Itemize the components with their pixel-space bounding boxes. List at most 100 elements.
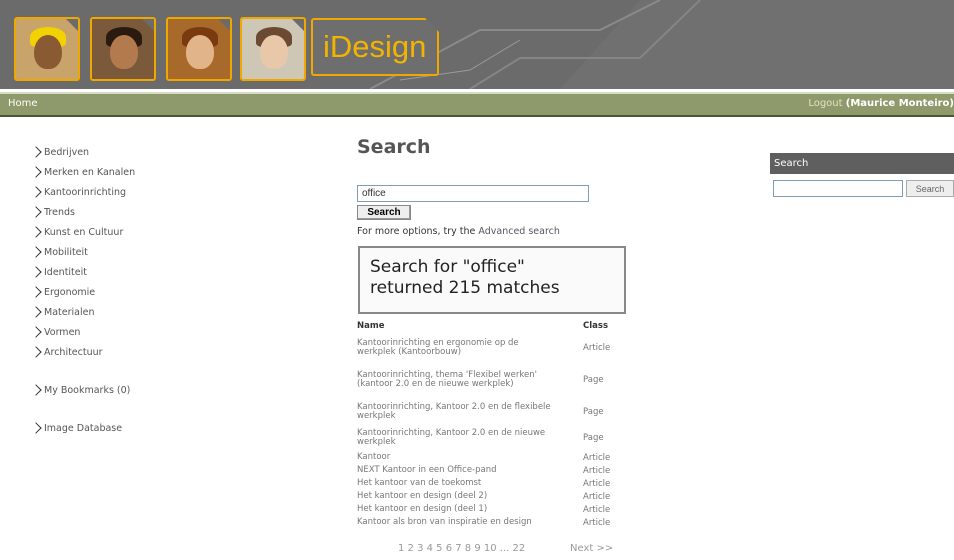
nav-item-label: Identiteit bbox=[44, 266, 87, 278]
result-class: Article bbox=[583, 517, 611, 528]
table-row[interactable]: Het kantoor van de toekomst Article bbox=[357, 477, 625, 490]
nav-item-my-bookmarks-0[interactable]: My Bookmarks (0) bbox=[30, 380, 202, 400]
logout-link[interactable]: Logout bbox=[808, 98, 842, 109]
table-row[interactable]: NEXT Kantoor in een Office-pand Article bbox=[357, 464, 625, 477]
result-name-link[interactable]: Kantoorinrichting, Kantoor 2.0 en de fle… bbox=[357, 403, 557, 421]
nav-item-label: Bedrijven bbox=[44, 146, 90, 158]
result-class: Page bbox=[583, 433, 604, 443]
headset-operator-photo bbox=[240, 17, 306, 81]
column-header-name: Name bbox=[357, 321, 385, 331]
nav-item-label: Mobiliteit bbox=[44, 246, 88, 258]
chevron-right-icon bbox=[30, 186, 42, 198]
result-class: Article bbox=[583, 465, 611, 476]
nav-item-identiteit[interactable]: Identiteit bbox=[30, 262, 202, 282]
table-row[interactable]: Kantoorinrichting, thema 'Flexibel werke… bbox=[357, 361, 625, 399]
results-table: Name Class Kantoorinrichting en ergonomi… bbox=[357, 321, 625, 529]
result-name-link[interactable]: Het kantoor en design (deel 2) bbox=[357, 492, 557, 501]
nav-item-label: Architectuur bbox=[44, 346, 103, 358]
results-header: Name Class bbox=[357, 321, 625, 335]
nav-item-label: Kantoorinrichting bbox=[44, 186, 127, 198]
column-header-class: Class bbox=[583, 321, 609, 331]
nav-item-image-database[interactable]: Image Database bbox=[30, 418, 202, 438]
page-title: Search bbox=[357, 136, 431, 158]
left-navigation: Bedrijven Merken en Kanalen Kantoorinricht… bbox=[30, 142, 202, 438]
results-summary-line2: returned 215 matches bbox=[370, 278, 560, 298]
nav-item-label: Image Database bbox=[44, 422, 123, 434]
nav-item-materialen[interactable]: Materialen bbox=[30, 302, 202, 322]
woman-smiling-photo bbox=[90, 17, 156, 81]
site-header: iDesign bbox=[0, 0, 954, 89]
search-input[interactable] bbox=[357, 185, 589, 202]
sidebar-search-button[interactable]: Search bbox=[906, 180, 954, 197]
worker-hardhat-photo bbox=[14, 17, 80, 81]
result-name-link[interactable]: Het kantoor en design (deel 1) bbox=[357, 505, 557, 514]
chevron-right-icon bbox=[30, 384, 42, 396]
result-name-link[interactable]: Kantoor als bron van inspiratie en desig… bbox=[357, 518, 557, 527]
result-class: Article bbox=[583, 504, 611, 515]
more-options-prefix: For more options, try the bbox=[357, 226, 479, 237]
logo-text: iDesign bbox=[323, 29, 427, 64]
sidebar-search-header: Search bbox=[770, 153, 954, 174]
chevron-right-icon bbox=[30, 306, 42, 318]
pager-pages[interactable]: 1 2 3 4 5 6 7 8 9 10 ... 22 bbox=[398, 543, 525, 554]
pager-next-link[interactable]: Next >> bbox=[570, 543, 613, 554]
nav-item-architectuur[interactable]: Architectuur bbox=[30, 342, 202, 362]
more-options-text: For more options, try the Advanced searc… bbox=[357, 226, 560, 237]
chevron-right-icon bbox=[30, 326, 42, 338]
result-name-link[interactable]: Kantoorinrichting en ergonomie op de wer… bbox=[357, 339, 557, 357]
result-name-link[interactable]: Kantoorinrichting, thema 'Flexibel werke… bbox=[357, 371, 557, 389]
advanced-search-link[interactable]: Advanced search bbox=[478, 226, 560, 237]
chevron-right-icon bbox=[30, 286, 42, 298]
nav-item-mobiliteit[interactable]: Mobiliteit bbox=[30, 242, 202, 262]
nav-item-label: Trends bbox=[44, 206, 75, 218]
results-summary-line1: Search for "office" bbox=[370, 257, 525, 277]
results-summary-box: Search for "office" returned 215 matches bbox=[358, 246, 626, 314]
nav-item-label: Ergonomie bbox=[44, 286, 96, 298]
logout-area: Logout (Maurice Monteiro) bbox=[808, 98, 954, 109]
result-class: Article bbox=[583, 452, 611, 463]
nav-item-bedrijven[interactable]: Bedrijven bbox=[30, 142, 202, 162]
home-link[interactable]: Home bbox=[8, 98, 38, 109]
result-class: Article bbox=[583, 491, 611, 502]
result-class: Page bbox=[583, 375, 604, 385]
nav-item-vormen[interactable]: Vormen bbox=[30, 322, 202, 342]
nav-item-ergonomie[interactable]: Ergonomie bbox=[30, 282, 202, 302]
result-class: Article bbox=[583, 343, 611, 353]
search-button[interactable]: Search bbox=[357, 205, 411, 220]
nav-item-label: Kunst en Cultuur bbox=[44, 226, 124, 238]
table-row[interactable]: Kantoor Article bbox=[357, 451, 625, 464]
chevron-right-icon bbox=[30, 226, 42, 238]
sidebar-search-input[interactable] bbox=[773, 180, 903, 197]
nav-item-label: Vormen bbox=[44, 326, 81, 338]
user-name: (Maurice Monteiro) bbox=[845, 98, 954, 109]
nav-item-label: My Bookmarks (0) bbox=[44, 384, 131, 396]
result-name-link[interactable]: NEXT Kantoor in een Office-pand bbox=[357, 466, 557, 475]
table-row[interactable]: Kantoorinrichting en ergonomie op de wer… bbox=[357, 335, 625, 361]
chevron-right-icon bbox=[30, 246, 42, 258]
result-name-link[interactable]: Het kantoor van de toekomst bbox=[357, 479, 557, 488]
table-row[interactable]: Kantoorinrichting, Kantoor 2.0 en de fle… bbox=[357, 399, 625, 425]
woman-phone-photo bbox=[166, 17, 232, 81]
chevron-right-icon bbox=[30, 166, 42, 178]
result-name-link[interactable]: Kantoorinrichting, Kantoor 2.0 en de nie… bbox=[357, 429, 557, 447]
table-row[interactable]: Kantoor als bron van inspiratie en desig… bbox=[357, 516, 625, 529]
result-name-link[interactable]: Kantoor bbox=[357, 453, 557, 462]
table-row[interactable]: Het kantoor en design (deel 2) Article bbox=[357, 490, 625, 503]
nav-item-label: Materialen bbox=[44, 306, 95, 318]
chevron-right-icon bbox=[30, 422, 42, 434]
result-class: Article bbox=[583, 478, 611, 489]
idesign-logo[interactable]: iDesign bbox=[311, 18, 439, 76]
nav-item-merken-en-kanalen[interactable]: Merken en Kanalen bbox=[30, 162, 202, 182]
nav-item-label: Merken en Kanalen bbox=[44, 166, 136, 178]
table-row[interactable]: Het kantoor en design (deel 1) Article bbox=[357, 503, 625, 516]
nav-item-trends[interactable]: Trends bbox=[30, 202, 202, 222]
sidebar-search-title: Search bbox=[774, 158, 809, 169]
table-row[interactable]: Kantoorinrichting, Kantoor 2.0 en de nie… bbox=[357, 425, 625, 451]
chevron-right-icon bbox=[30, 346, 42, 358]
pagination: 1 2 3 4 5 6 7 8 9 10 ... 22 Next >> bbox=[398, 543, 613, 554]
top-nav-bar: Home Logout (Maurice Monteiro) bbox=[0, 92, 954, 117]
result-class: Page bbox=[583, 407, 604, 417]
chevron-right-icon bbox=[30, 206, 42, 218]
nav-item-kunst-en-cultuur[interactable]: Kunst en Cultuur bbox=[30, 222, 202, 242]
nav-item-kantoorinrichting[interactable]: Kantoorinrichting bbox=[30, 182, 202, 202]
